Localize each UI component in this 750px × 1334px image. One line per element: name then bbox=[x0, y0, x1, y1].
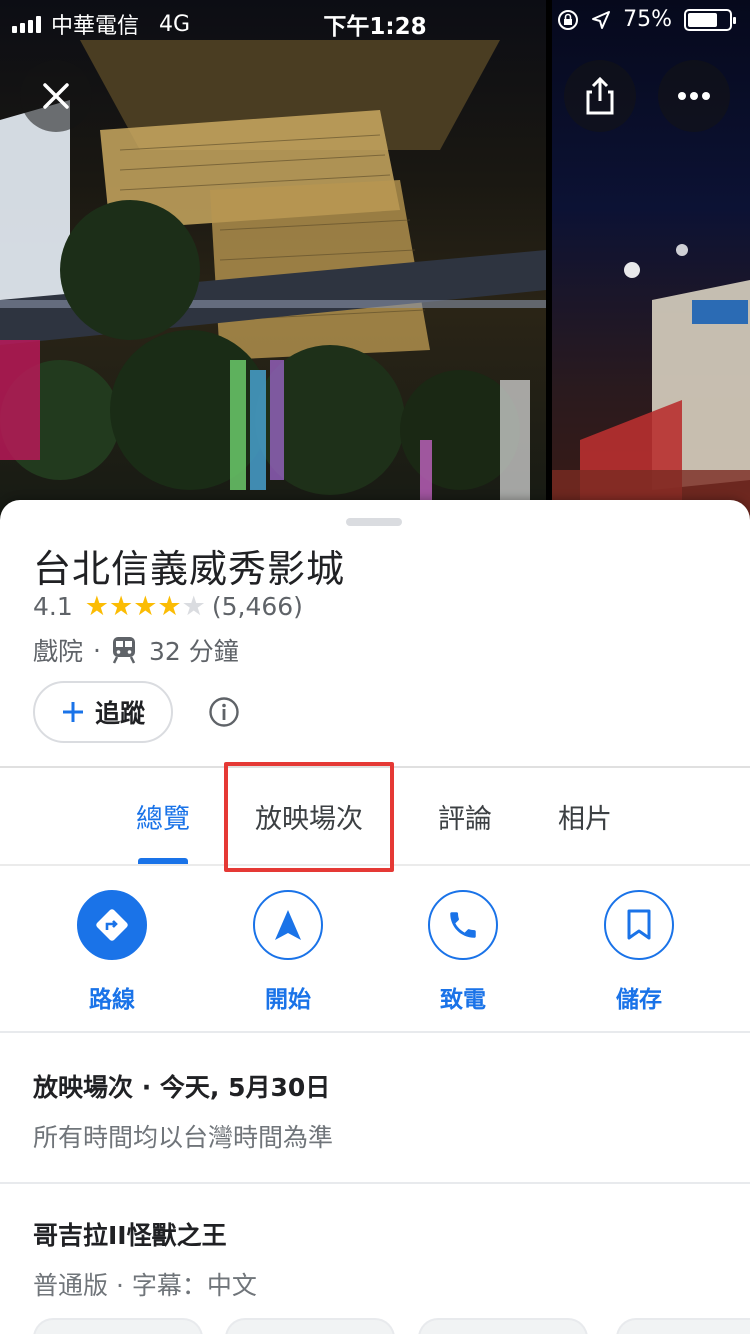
star-filled-icon: ★ bbox=[133, 591, 158, 622]
showtime-chip[interactable] bbox=[33, 1318, 203, 1334]
tabs-shadow bbox=[0, 864, 750, 866]
battery-percent: 75% bbox=[623, 7, 672, 32]
close-button[interactable] bbox=[20, 60, 92, 132]
star-filled-icon: ★ bbox=[157, 591, 182, 622]
rating-value: 4.1 bbox=[33, 592, 73, 621]
plus-icon bbox=[62, 702, 83, 722]
place-page: 中華電信 4G 下午1:28 75% 台北信義威秀影城 4.1 ★ ★ ★ ★ … bbox=[0, 0, 750, 1334]
start-button[interactable]: 開始 bbox=[228, 890, 348, 1014]
directions-label: 路線 bbox=[89, 987, 135, 1013]
section-divider bbox=[0, 1182, 750, 1184]
category-separator: · bbox=[93, 635, 101, 665]
tab-label: 總覽 bbox=[136, 803, 190, 835]
save-ring bbox=[604, 890, 674, 960]
close-icon bbox=[43, 83, 69, 109]
tab-overview[interactable]: 總覽 bbox=[118, 768, 208, 864]
showtime-chip[interactable] bbox=[616, 1318, 750, 1334]
start-ring bbox=[253, 890, 323, 960]
directions-icon bbox=[96, 909, 128, 941]
bookmark-icon bbox=[627, 909, 651, 940]
location-icon bbox=[592, 10, 611, 29]
tab-showtimes[interactable]: 放映場次 bbox=[234, 768, 384, 864]
directions-ring bbox=[77, 890, 147, 960]
transit-icon bbox=[112, 637, 136, 664]
tab-label: 放映場次 bbox=[255, 803, 363, 835]
star-empty-icon: ★ bbox=[181, 591, 206, 622]
status-bar: 中華電信 4G 下午1:28 75% bbox=[0, 0, 750, 40]
phone-icon bbox=[450, 912, 476, 938]
place-category: 戲院 bbox=[33, 637, 84, 666]
call-ring bbox=[428, 890, 498, 960]
follow-button[interactable]: 追蹤 bbox=[33, 681, 173, 743]
drag-handle[interactable] bbox=[346, 518, 402, 526]
showtimes-note: 所有時間均以台灣時間為準 bbox=[33, 1123, 334, 1152]
follow-label: 追蹤 bbox=[94, 699, 145, 728]
share-button[interactable] bbox=[564, 60, 636, 132]
battery-icon bbox=[684, 8, 736, 31]
battery-fill bbox=[688, 12, 717, 27]
showtime-chip[interactable] bbox=[418, 1318, 588, 1334]
transit-time: 32 分鐘 bbox=[148, 637, 239, 666]
save-label: 儲存 bbox=[616, 987, 662, 1013]
place-title: 台北信義威秀影城 bbox=[33, 547, 346, 591]
star-filled-icon: ★ bbox=[108, 591, 134, 622]
share-icon bbox=[586, 76, 614, 115]
tab-label: 評論 bbox=[438, 803, 492, 835]
rating-row[interactable]: 4.1 ★ ★ ★ ★ ★ (5,466) bbox=[33, 592, 303, 621]
call-label: 致電 bbox=[440, 987, 486, 1013]
rotation-lock-icon bbox=[558, 9, 579, 30]
call-button[interactable]: 致電 bbox=[403, 890, 523, 1014]
save-button[interactable]: 儲存 bbox=[579, 890, 699, 1014]
navigation-icon bbox=[275, 910, 301, 940]
directions-button[interactable]: 路線 bbox=[52, 890, 172, 1014]
action-buttons: 路線 開始 致電 儲存 bbox=[0, 890, 750, 1030]
tab-reviews[interactable]: 評論 bbox=[420, 768, 510, 864]
more-icon bbox=[678, 92, 710, 100]
tab-photos[interactable]: 相片 bbox=[540, 768, 630, 864]
movie-title[interactable]: 哥吉拉II怪獸之王 bbox=[33, 1216, 227, 1252]
star-rating: ★ ★ ★ ★ ★ bbox=[85, 593, 206, 620]
place-sheet[interactable]: 台北信義威秀影城 4.1 ★ ★ ★ ★ ★ (5,466) 戲院 · 32 分鐘 bbox=[0, 500, 750, 1334]
start-label: 開始 bbox=[265, 987, 311, 1013]
tab-label: 相片 bbox=[558, 803, 612, 835]
section-divider bbox=[0, 1031, 750, 1033]
category-row: 戲院 · 32 分鐘 bbox=[33, 632, 239, 668]
info-icon[interactable] bbox=[208, 696, 240, 728]
more-button[interactable] bbox=[658, 60, 730, 132]
showtime-chip[interactable] bbox=[225, 1318, 395, 1334]
star-filled-icon: ★ bbox=[84, 591, 109, 622]
movie-format: 普通版 · 字幕：中文 bbox=[33, 1271, 257, 1300]
tab-bar: 總覽 放映場次 評論 相片 bbox=[0, 768, 750, 864]
photo-gallery[interactable]: 中華電信 4G 下午1:28 75% bbox=[0, 0, 750, 520]
showtimes-title: 放映場次 · 今天, 5月30日 bbox=[33, 1073, 331, 1102]
review-count: (5,466) bbox=[211, 592, 303, 621]
status-right: 75% bbox=[557, 7, 736, 32]
